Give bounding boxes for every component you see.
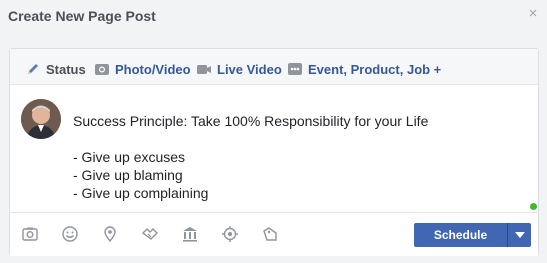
tab-label: Status xyxy=(46,61,86,77)
tab-live-video[interactable]: Live Video xyxy=(196,59,282,79)
tab-status[interactable]: Status xyxy=(25,59,86,79)
tab-label: Photo/Video xyxy=(115,61,191,77)
handshake-icon[interactable] xyxy=(141,225,159,243)
pencil-icon xyxy=(25,61,41,77)
post-text[interactable]: Success Principle: Take 100% Responsibil… xyxy=(73,112,428,202)
dialog-header: Create New Page Post × xyxy=(0,0,547,34)
tab-label: Event, Product, Job + xyxy=(308,61,442,77)
camera-icon[interactable] xyxy=(21,225,39,243)
tab-label: Live Video xyxy=(217,61,282,77)
more-icon xyxy=(287,61,303,77)
chevron-down-icon[interactable] xyxy=(507,223,531,247)
composer-tabs: Status Photo/Video Live Video Event, Pro… xyxy=(10,49,538,85)
video-camera-icon xyxy=(196,61,212,77)
bank-icon[interactable] xyxy=(181,225,199,243)
tab-more[interactable]: Event, Product, Job + xyxy=(287,59,441,79)
status-indicator xyxy=(530,203,537,210)
emoji-icon[interactable] xyxy=(61,225,79,243)
dialog-title: Create New Page Post xyxy=(8,8,156,24)
location-icon[interactable] xyxy=(101,225,119,243)
composer-body[interactable]: Success Principle: Take 100% Responsibil… xyxy=(10,85,538,211)
tag-icon[interactable] xyxy=(261,225,279,243)
close-icon[interactable]: × xyxy=(527,6,539,21)
post-composer-card: Status Photo/Video Live Video Event, Pro… xyxy=(9,48,539,256)
schedule-button[interactable]: Schedule xyxy=(414,223,507,247)
camera-icon xyxy=(94,61,110,77)
target-icon[interactable] xyxy=(221,225,239,243)
composer-footer: Schedule xyxy=(10,212,538,256)
tab-photo-video[interactable]: Photo/Video xyxy=(94,59,191,79)
avatar xyxy=(21,99,61,139)
